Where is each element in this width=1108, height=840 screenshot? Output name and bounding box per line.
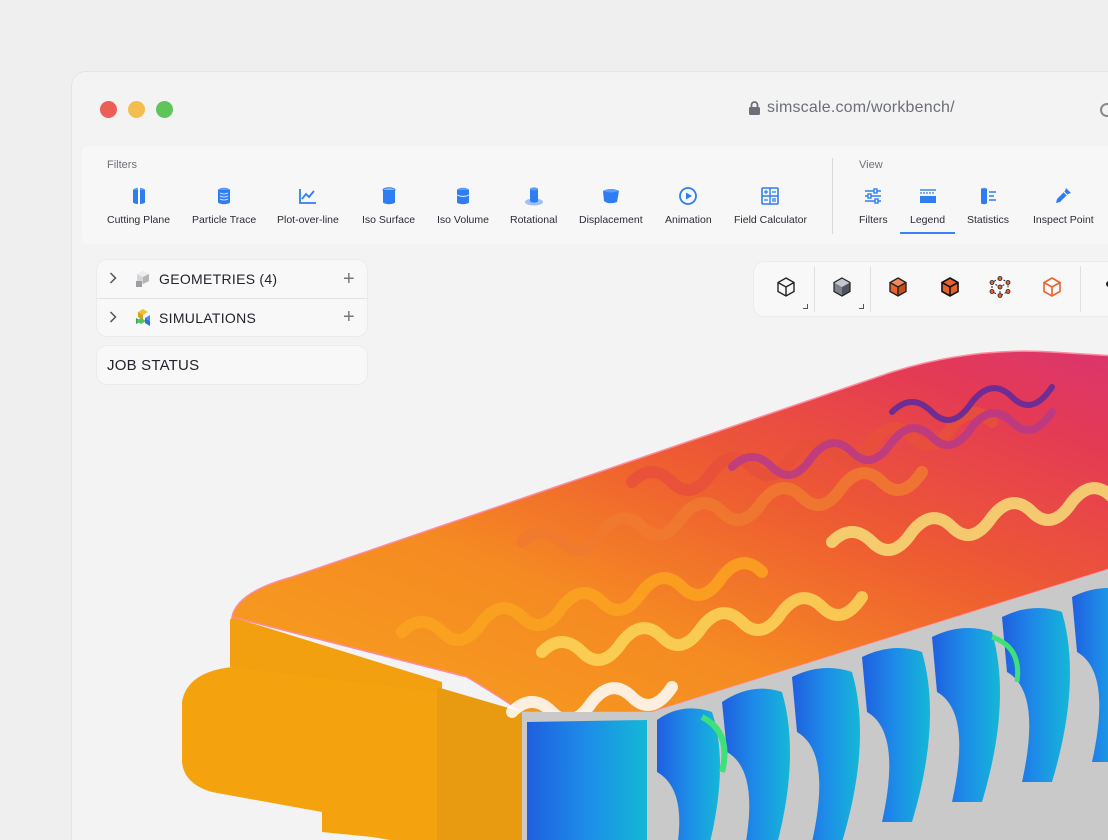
add-simulation-icon[interactable]: + — [343, 306, 355, 329]
cube-volume-icon — [887, 276, 909, 303]
select-edge-button[interactable] — [1036, 273, 1068, 305]
view-solid-cube-button[interactable] — [826, 273, 864, 309]
cube-edge-icon — [1041, 276, 1063, 303]
geometries-count: (4) — [259, 271, 278, 287]
chevron-right-icon[interactable] — [109, 271, 123, 287]
simulation-viewport[interactable] — [72, 72, 1108, 840]
view-wireframe-cube-button[interactable] — [770, 273, 808, 309]
cube-outline-icon — [775, 276, 797, 303]
job-status-label: JOB STATUS — [107, 356, 200, 374]
cube-vertex-icon — [989, 275, 1011, 303]
overflow-icon — [1095, 276, 1108, 303]
geometries-label: GEOMETRIES — [159, 271, 256, 287]
geometries-icon — [133, 269, 153, 289]
chevron-right-icon[interactable] — [109, 310, 123, 326]
cube-face-icon — [939, 276, 961, 303]
select-face-button[interactable] — [934, 273, 966, 305]
more-view-options-button[interactable] — [1090, 273, 1108, 305]
job-status-panel[interactable]: JOB STATUS — [97, 346, 367, 384]
simulations-icon — [133, 308, 153, 328]
model-tree-panel: GEOMETRIES (4) + SIMULATIONS + — [97, 260, 367, 336]
view-orientation-bar — [754, 262, 1108, 316]
tree-row-geometries[interactable]: GEOMETRIES (4) + — [97, 260, 367, 298]
select-volume-button[interactable] — [882, 273, 914, 305]
add-geometry-icon[interactable]: + — [343, 268, 355, 291]
tree-row-simulations[interactable]: SIMULATIONS + — [97, 298, 367, 336]
simulations-label: SIMULATIONS — [159, 309, 257, 326]
select-vertex-button[interactable] — [984, 273, 1016, 305]
app-window: simscale.com/workbench/ Filters View Cut… — [72, 72, 1108, 840]
cube-solid-icon — [831, 276, 853, 303]
